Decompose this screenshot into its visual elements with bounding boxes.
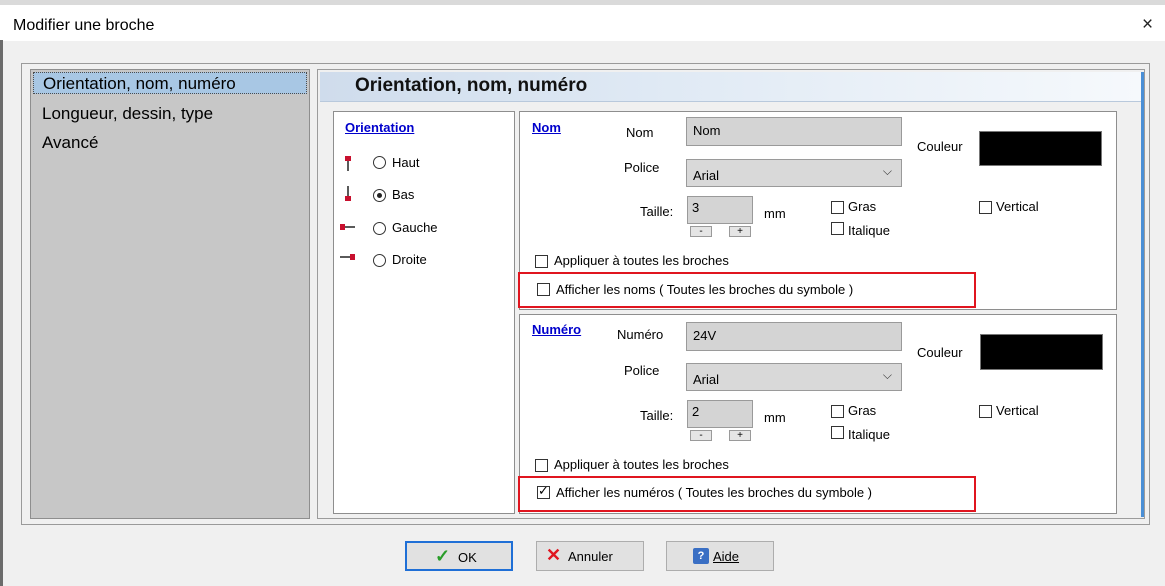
nom-vertical-checkbox[interactable] (979, 201, 992, 214)
radio-label-gauche: Gauche (392, 220, 438, 235)
numero-input[interactable]: 24V (686, 322, 902, 351)
numero-bold-label: Gras (848, 403, 877, 418)
numero-vertical-checkbox[interactable] (979, 405, 992, 418)
window-title: Modifier une broche (13, 17, 155, 34)
numero-size-decrement[interactable]: - (690, 430, 712, 441)
nav-item-label: Longueur, dessin, type (42, 104, 214, 123)
nav-item-label: Avancé (42, 133, 99, 152)
numero-italic-checkbox[interactable] (831, 426, 844, 439)
radio-orientation-gauche[interactable] (373, 222, 386, 235)
chevron-down-icon: ⌵ (882, 164, 892, 178)
radio-orientation-bas[interactable] (373, 189, 386, 202)
nom-input[interactable]: Nom (686, 117, 902, 146)
nom-field-label: Nom (626, 125, 654, 140)
nom-apply-all-checkbox[interactable] (535, 255, 548, 268)
help-button[interactable]: ? Aide (666, 541, 774, 571)
numero-color-label: Couleur (917, 345, 963, 360)
nom-italic-checkbox[interactable] (831, 222, 844, 235)
radio-orientation-haut[interactable] (373, 156, 386, 169)
numero-italic-label: Italique (848, 427, 890, 442)
orientation-title: Orientation (345, 120, 415, 135)
nom-italic-label: Italique (848, 223, 890, 238)
radio-label-haut: Haut (392, 155, 420, 170)
nom-vertical-label: Vertical (996, 199, 1039, 214)
title-bar[interactable]: Modifier une broche × (3, 5, 1165, 41)
cancel-button-label: Annuler (568, 549, 613, 564)
pin-right-icon (340, 254, 355, 260)
show-names-label: Afficher les noms ( Toutes les broches d… (556, 282, 854, 297)
cancel-button[interactable]: ✕ Annuler (536, 541, 644, 571)
orientation-group (333, 111, 515, 514)
numero-apply-all-label: Appliquer à toutes les broches (554, 457, 729, 472)
numero-size-input[interactable]: 2 (687, 400, 753, 428)
ok-button-label: OK (458, 550, 477, 565)
show-numbers-label: Afficher les numéros ( Toutes les broche… (556, 485, 872, 500)
radio-orientation-droite[interactable] (373, 254, 386, 267)
radio-label-bas: Bas (392, 187, 415, 202)
nom-unit: mm (764, 206, 786, 221)
numero-apply-all-checkbox[interactable] (535, 459, 548, 472)
checkmark-icon: ✓ (435, 546, 451, 566)
pin-left-icon (340, 224, 355, 230)
numero-color-swatch[interactable] (980, 334, 1103, 370)
nav-item-longueur[interactable]: Longueur, dessin, type (33, 103, 307, 125)
numero-font-label: Police (624, 363, 660, 378)
show-names-checkbox[interactable] (537, 283, 550, 296)
numero-bold-checkbox[interactable] (831, 405, 844, 418)
help-icon: ? (693, 548, 709, 564)
nom-font-value: Arial (693, 168, 720, 183)
content-accent-bar (1141, 72, 1144, 517)
nav-item-orientation[interactable]: Orientation, nom, numéro (33, 72, 307, 94)
nom-color-label: Couleur (917, 139, 963, 154)
checkmark-icon: ✓ (538, 483, 549, 498)
numero-size-increment[interactable]: + (729, 430, 751, 441)
help-button-label: Aide (713, 549, 740, 564)
category-list: Orientation, nom, numéro Longueur, dessi… (30, 69, 310, 519)
pin-up-icon (345, 156, 351, 171)
numero-font-value: Arial (693, 372, 720, 387)
numero-font-select[interactable]: Arial ⌵ (686, 363, 902, 391)
nom-color-swatch[interactable] (979, 131, 1102, 166)
numero-size-label: Taille: (640, 408, 674, 423)
close-icon[interactable]: × (1142, 15, 1153, 34)
numero-vertical-label: Vertical (996, 403, 1039, 418)
close-icon: ✕ (546, 545, 562, 565)
nom-size-decrement[interactable]: - (690, 226, 712, 237)
nom-bold-label: Gras (848, 199, 877, 214)
nom-bold-checkbox[interactable] (831, 201, 844, 214)
numero-field-label: Numéro (617, 327, 664, 342)
nav-item-avance[interactable]: Avancé (33, 132, 307, 154)
nom-size-increment[interactable]: + (729, 226, 751, 237)
ok-button[interactable]: ✓ OK (405, 541, 513, 571)
nom-size-label: Taille: (640, 204, 674, 219)
nom-font-select[interactable]: Arial ⌵ (686, 159, 902, 187)
chevron-down-icon: ⌵ (882, 368, 892, 382)
radio-label-droite: Droite (392, 252, 427, 267)
nom-apply-all-label: Appliquer à toutes les broches (554, 253, 729, 268)
show-numbers-checkbox[interactable]: ✓ (537, 483, 550, 499)
pin-down-icon (345, 186, 351, 201)
nom-font-label: Police (624, 160, 660, 175)
nom-title: Nom (532, 120, 561, 135)
numero-unit: mm (764, 410, 786, 425)
numero-title: Numéro (532, 322, 582, 337)
nom-size-input[interactable]: 3 (687, 196, 753, 224)
content-header: Orientation, nom, numéro (320, 72, 1142, 102)
nav-item-label: Orientation, nom, numéro (43, 74, 236, 93)
content-title: Orientation, nom, numéro (355, 75, 588, 96)
